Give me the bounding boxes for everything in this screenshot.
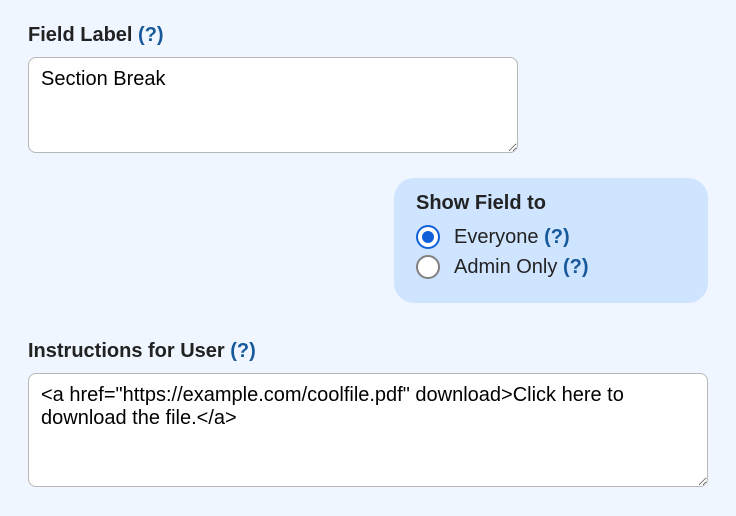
show-field-option-admin-only[interactable]: Admin Only (?) (416, 255, 686, 279)
instructions-input[interactable] (28, 373, 708, 487)
everyone-help-icon[interactable]: (?) (544, 226, 570, 248)
field-label-group: Field Label (?) (28, 24, 708, 158)
instructions-help-icon[interactable]: (?) (230, 340, 256, 362)
show-field-to-title: Show Field to (416, 192, 686, 215)
radio-label-text: Admin Only (454, 256, 557, 278)
field-label-help-icon[interactable]: (?) (138, 24, 164, 46)
instructions-label-text: Instructions for User (28, 340, 225, 362)
radio-icon (416, 255, 440, 279)
radio-label: Everyone (?) (454, 226, 570, 249)
field-label-heading: Field Label (?) (28, 24, 708, 47)
radio-label-text: Everyone (454, 226, 539, 248)
show-field-to-box: Show Field to Everyone (?) Admin Only (?… (394, 178, 708, 303)
admin-only-help-icon[interactable]: (?) (563, 256, 589, 278)
instructions-heading: Instructions for User (?) (28, 340, 708, 363)
radio-icon (416, 225, 440, 249)
field-label-text: Field Label (28, 24, 132, 46)
field-label-input[interactable] (28, 57, 518, 153)
radio-label: Admin Only (?) (454, 256, 588, 279)
show-field-option-everyone[interactable]: Everyone (?) (416, 225, 686, 249)
instructions-group: Instructions for User (?) (28, 340, 708, 492)
